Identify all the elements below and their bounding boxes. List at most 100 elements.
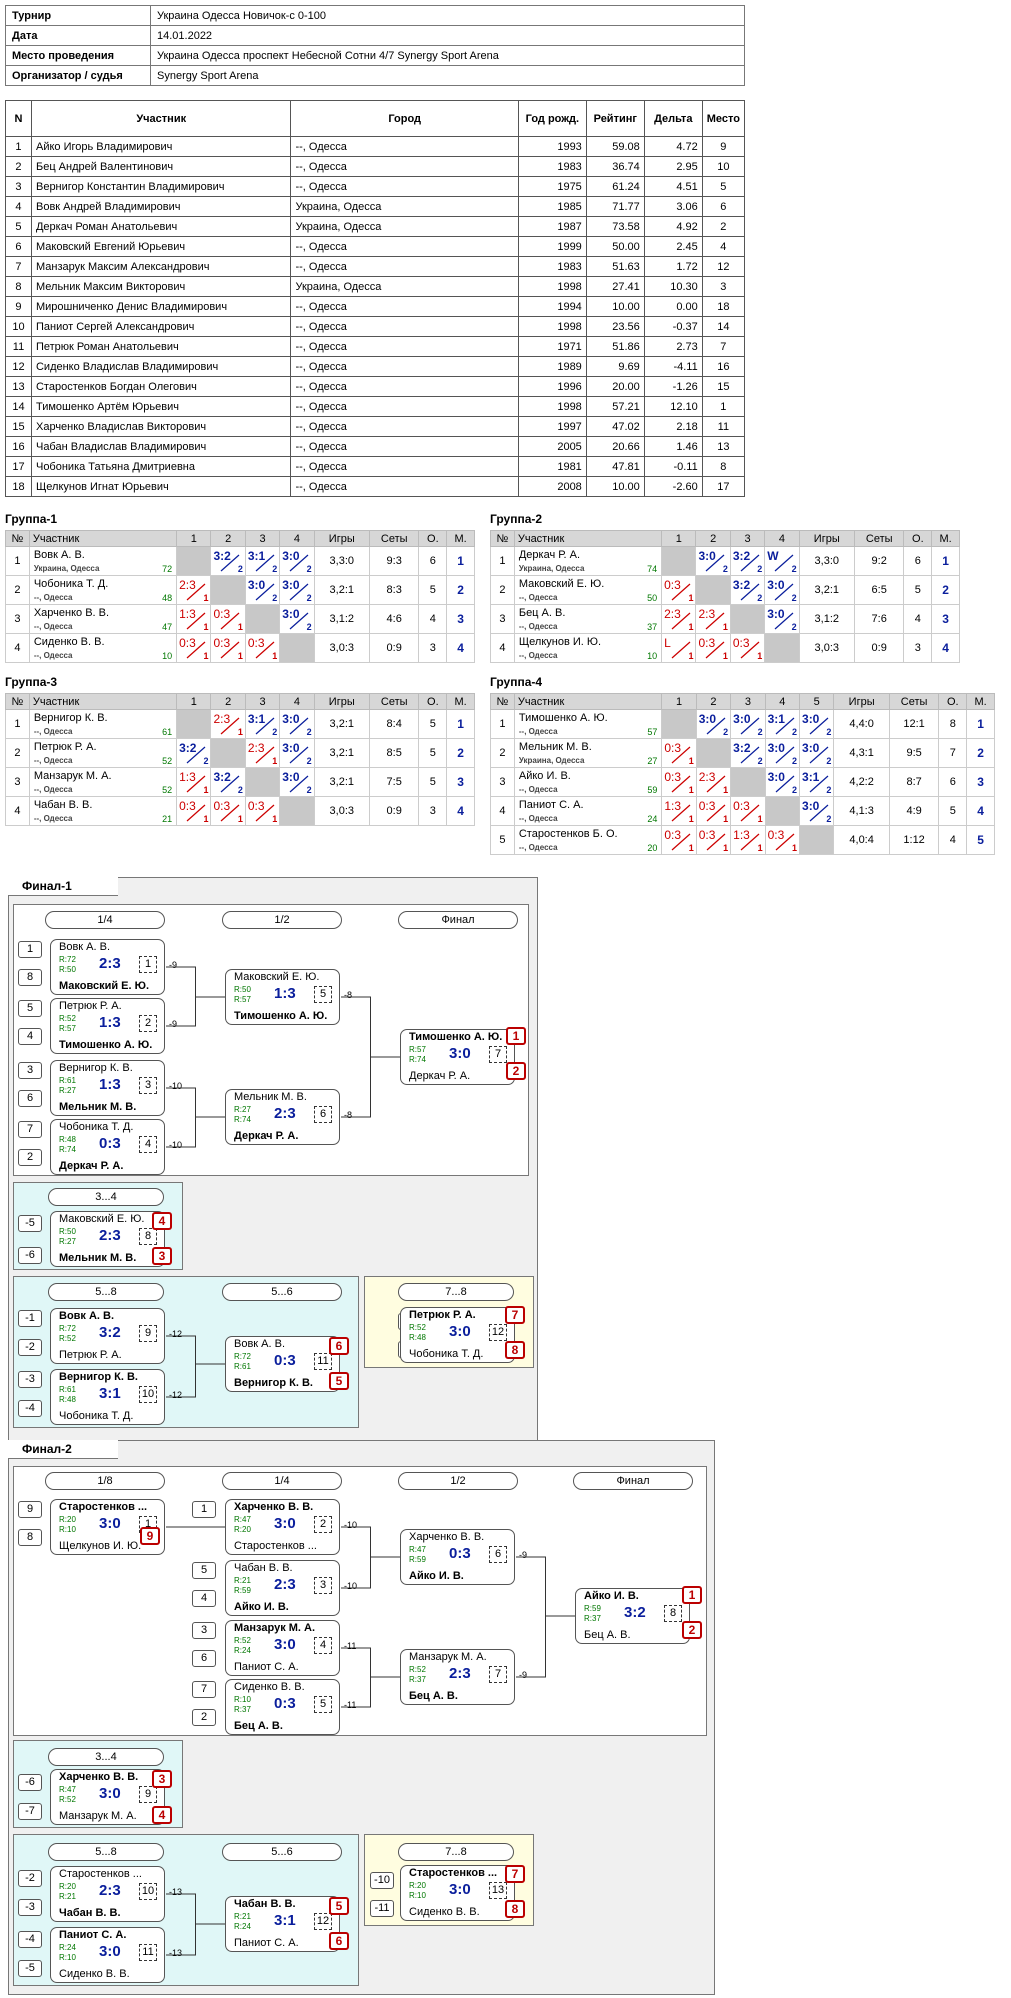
seed-slot: 8 bbox=[18, 969, 42, 986]
points-total: 3 bbox=[418, 633, 448, 663]
player-two-name: Мельник М. В. bbox=[59, 1252, 137, 1264]
group-place: 3 bbox=[931, 604, 960, 634]
player-name: Маковский Евгений Юрьевич bbox=[30, 236, 292, 257]
points-total: 5 bbox=[418, 738, 448, 768]
final-place-badge: 3 bbox=[152, 1770, 172, 1788]
final-place-badge: 1 bbox=[682, 1586, 702, 1604]
games-record: 3,0:3 bbox=[313, 796, 370, 826]
player-name: Деркач Р. А. bbox=[518, 549, 581, 561]
player-name: Вовк Андрей Владимирович bbox=[30, 196, 292, 217]
self-cell bbox=[661, 546, 697, 576]
result-cell: 3:1 2 bbox=[799, 767, 835, 797]
match-points: 2 bbox=[723, 727, 729, 737]
player-city: --, Одесса bbox=[290, 316, 519, 337]
loser-destination: -9 bbox=[169, 960, 178, 970]
round-label: 7...8 bbox=[398, 1843, 514, 1861]
seed-slot: -11 bbox=[370, 1900, 394, 1917]
result-cell: 1:3 1 bbox=[176, 767, 212, 797]
row-number: 5 bbox=[5, 216, 32, 237]
row-number: 3 bbox=[5, 767, 30, 797]
player-two-rating: R:37 bbox=[584, 1614, 601, 1623]
games-record: 3,0:3 bbox=[798, 633, 855, 663]
player-name: Паниот С. А. bbox=[518, 799, 584, 811]
info-row-venue: Место проведения Украина Одесса проспект … bbox=[5, 45, 745, 66]
player-one-rating: R:21 bbox=[234, 1912, 251, 1921]
seed-slot: -2 bbox=[18, 1339, 42, 1356]
tournament-report: Турнир Украина Одесса Новичок-с 0-100 Дат… bbox=[0, 0, 1011, 1998]
player-rating: 10 bbox=[162, 651, 173, 661]
match-points: 1 bbox=[688, 756, 694, 766]
birth-year: 1985 bbox=[517, 196, 587, 217]
points-total: 7 bbox=[938, 738, 968, 768]
group-row: 4 Сиденко В. В. --, Одесса 10 0:3 1 0:3 1 0:3 1 3,… bbox=[5, 633, 475, 663]
player-name: Паниот Сергей Александрович bbox=[30, 316, 292, 337]
group-title: Группа-2 bbox=[490, 512, 543, 526]
final-place: 16 bbox=[701, 356, 746, 377]
participant-row: 5 Деркач Роман Анатольевич Украина, Одесса… bbox=[5, 216, 746, 237]
points-total: 6 bbox=[418, 546, 448, 576]
result-cell: 3:0 2 bbox=[764, 575, 800, 605]
col-header-place: Место bbox=[701, 100, 746, 137]
sets-record: 0:9 bbox=[853, 633, 905, 663]
player-name: Сиденко В. В. bbox=[33, 636, 105, 648]
final-place-badge: 7 bbox=[505, 1306, 525, 1324]
match-number: 12 bbox=[314, 1913, 332, 1930]
row-number: 6 bbox=[5, 236, 32, 257]
round-label: Финал bbox=[398, 911, 518, 929]
player-city: Украина, Одесса bbox=[290, 196, 519, 217]
match-points: 1 bbox=[237, 814, 243, 824]
seed-slot: 5 bbox=[192, 1562, 216, 1579]
match-number: 13 bbox=[489, 1882, 507, 1899]
player-city: --, Одесса bbox=[290, 396, 519, 417]
player-one-name: Чобоника Т. Д. bbox=[59, 1121, 134, 1133]
group-place: 5 bbox=[966, 825, 995, 855]
match-number: 8 bbox=[664, 1605, 682, 1622]
player-two-rating: R:10 bbox=[59, 1953, 76, 1962]
match-number: 6 bbox=[489, 1546, 507, 1563]
col-header-num: № bbox=[490, 693, 515, 710]
col-header-sets: Сеты bbox=[888, 693, 940, 710]
player-two-name: Паниот С. А. bbox=[234, 1937, 299, 1949]
col-header-opponent: 2 bbox=[210, 693, 246, 710]
group-header-row: № Участник 1 2 3 4 Игры Сеты О. М. bbox=[5, 530, 475, 547]
player-name: Тимошенко А. Ю. bbox=[518, 712, 608, 724]
points-total: 8 bbox=[938, 709, 968, 739]
player-rating: 24 bbox=[647, 814, 658, 824]
player-one-name: Старостенков ... bbox=[59, 1501, 148, 1513]
player-name: Бец Андрей Валентинович bbox=[30, 156, 292, 177]
info-key: Организатор / судья bbox=[5, 65, 151, 86]
player-name: Щелкунов Игнат Юрьевич bbox=[30, 476, 292, 497]
participant-row: 15 Харченко Владислав Викторович --, Одесс… bbox=[5, 416, 746, 437]
player-name: Щелкунов И. Ю. bbox=[518, 636, 602, 648]
rating: 61.24 bbox=[585, 176, 645, 197]
result-cell: 0:3 1 bbox=[210, 633, 246, 663]
player-two-rating: R:50 bbox=[59, 965, 76, 974]
participant-row: 18 Щелкунов Игнат Юрьевич --, Одесса 2008 10… bbox=[5, 476, 746, 497]
player-one-name: Тимошенко А. Ю. bbox=[409, 1031, 503, 1043]
match-points: 2 bbox=[791, 622, 797, 632]
points-total: 6 bbox=[903, 546, 933, 576]
loser-destination: -10 bbox=[169, 1081, 183, 1091]
player-two-rating: R:21 bbox=[59, 1892, 76, 1901]
match-box: Айко И. В. Бец А. В. R:59 R:37 3:2 8 bbox=[575, 1588, 690, 1644]
col-header-num: № bbox=[5, 530, 30, 547]
result-cell: 0:3 1 bbox=[764, 825, 801, 855]
delta: 0.00 bbox=[643, 296, 703, 317]
player-one-rating: R:48 bbox=[59, 1135, 76, 1144]
player-name: Мельник М. В. bbox=[518, 741, 592, 753]
final-place-badge: 9 bbox=[140, 1527, 160, 1545]
final-place-badge: 1 bbox=[506, 1027, 526, 1045]
seed-slot: 1 bbox=[18, 941, 42, 958]
participants-header-row: N Участник Город Год рожд. Рейтинг Дельт… bbox=[5, 100, 746, 137]
match-box: Вовк А. В. Вернигор К. В. R:72 R:61 0:3 11 bbox=[225, 1336, 340, 1392]
result-cell: 3:0 2 bbox=[279, 767, 315, 797]
player-one-rating: R:72 bbox=[59, 1324, 76, 1333]
player-two-name: Деркач Р. А. bbox=[409, 1070, 471, 1082]
match-points: 2 bbox=[306, 727, 312, 737]
points-total: 4 bbox=[938, 825, 968, 855]
col-header-opponent: 2 bbox=[210, 530, 246, 547]
loser-destination: -9 bbox=[519, 1550, 528, 1560]
player-two-name: Чабан В. В. bbox=[59, 1907, 121, 1919]
loser-destination: -12 bbox=[169, 1329, 183, 1339]
player-two-rating: R:20 bbox=[234, 1525, 251, 1534]
